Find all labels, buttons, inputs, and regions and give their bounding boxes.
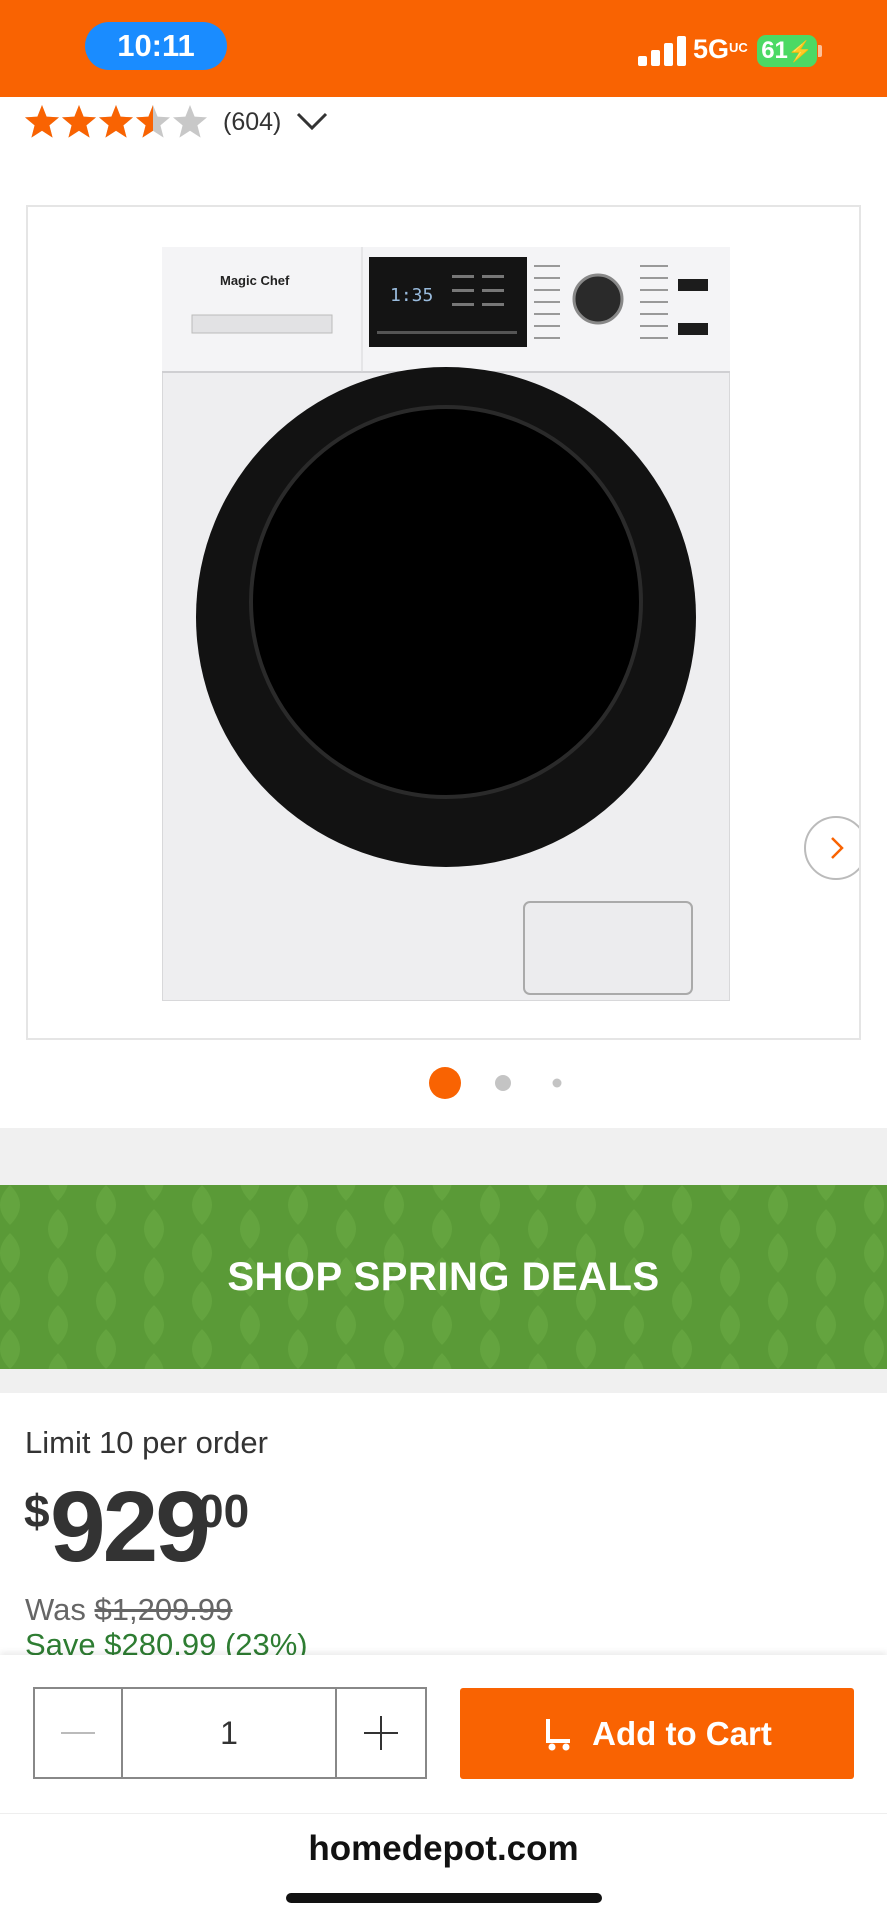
decrease-quantity-button[interactable] [35, 1689, 123, 1777]
signal-icon [638, 34, 686, 66]
pagination-dot-active[interactable] [429, 1067, 461, 1099]
next-image-button[interactable] [804, 816, 859, 880]
product-image: Magic Chef 1:35 [162, 247, 730, 1001]
section-divider [0, 1369, 887, 1393]
price-dollars: 929 [50, 1471, 211, 1583]
quantity-input[interactable]: 1 [123, 1689, 337, 1777]
increase-quantity-button[interactable] [337, 1689, 425, 1777]
network-indicator: 5GUC [693, 34, 748, 64]
promo-banner[interactable]: SHOP SPRING DEALS [0, 1185, 887, 1369]
add-to-cart-button[interactable]: Add to Cart [460, 1688, 854, 1779]
star-icon [136, 105, 170, 138]
was-amount: $1,209.99 [94, 1592, 233, 1627]
chevron-right-icon [831, 837, 844, 859]
was-price: Was $1,209.99 [25, 1592, 232, 1628]
gallery-pagination [429, 1067, 562, 1099]
battery-level: 61 [761, 37, 788, 64]
order-limit: Limit 10 per order [25, 1425, 268, 1460]
pagination-dot[interactable] [552, 1078, 562, 1088]
hand-truck-icon [546, 1718, 571, 1750]
status-bar: 10:11 5GUC 61 ⚡ [0, 0, 887, 97]
washer-brand: Magic Chef [220, 273, 290, 288]
status-time: 10:11 [85, 22, 227, 70]
price-currency: $ [24, 1485, 50, 1537]
washer-display: 1:35 [390, 285, 433, 306]
chevron-down-icon[interactable] [294, 108, 330, 134]
review-count[interactable]: (604) [223, 108, 281, 137]
promo-text: SHOP SPRING DEALS [227, 1254, 660, 1299]
url-text[interactable]: homedepot.com [0, 1829, 887, 1869]
battery-icon: 61 ⚡ [757, 35, 817, 67]
battery-tip [818, 45, 822, 57]
network-label: 5G [693, 34, 730, 64]
pagination-dot[interactable] [495, 1075, 511, 1091]
was-label: Was [25, 1592, 86, 1627]
quantity-stepper: 1 [33, 1687, 427, 1779]
section-divider [0, 1128, 887, 1185]
star-icon [173, 105, 207, 138]
price-cents: 00 [198, 1485, 250, 1537]
minus-icon [61, 1732, 95, 1734]
star-icon [25, 105, 59, 138]
star-icon [99, 105, 133, 138]
rating-stars[interactable] [24, 102, 209, 142]
star-rating [24, 104, 209, 140]
product-image-frame[interactable]: Magic Chef 1:35 [26, 205, 861, 1040]
star-icon [62, 105, 96, 138]
savings-text: Save $280.99 (23%) [25, 1627, 308, 1657]
add-to-cart-label: Add to Cart [592, 1714, 772, 1752]
plus-icon [364, 1716, 398, 1750]
home-indicator [286, 1893, 602, 1903]
